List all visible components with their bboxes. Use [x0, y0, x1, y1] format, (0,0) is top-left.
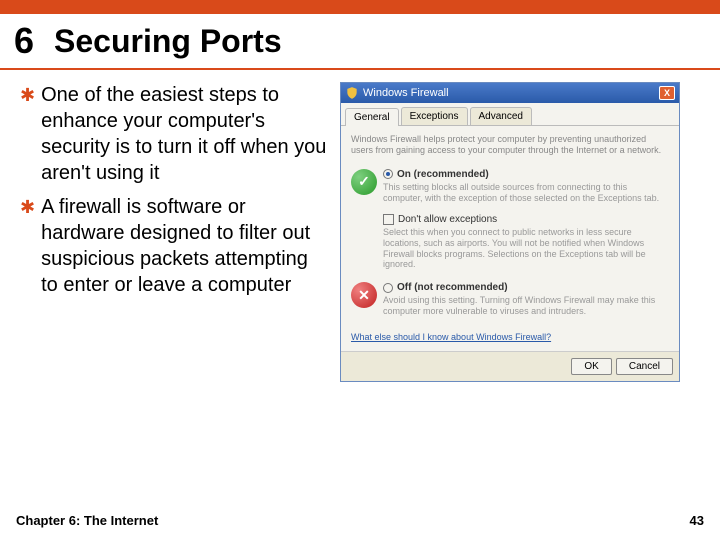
radio-on[interactable] — [383, 169, 393, 179]
radio-off[interactable] — [383, 283, 393, 293]
option-on-desc: This setting blocks all outside sources … — [383, 182, 669, 205]
checkbox-label: Don't allow exceptions — [398, 214, 497, 225]
exceptions-checkbox-row: Don't allow exceptions — [383, 214, 669, 225]
bullet-star-icon: ✱ — [20, 84, 35, 186]
slide-title: Securing Ports — [54, 23, 282, 60]
close-button[interactable]: X — [659, 86, 675, 100]
option-off-label: Off (not recommended) — [397, 282, 508, 293]
option-on: ✓ On (recommended) This setting blocks a… — [351, 165, 669, 209]
tab-advanced[interactable]: Advanced — [470, 107, 532, 125]
bullet-text: A firewall is software or hardware desig… — [41, 194, 330, 298]
option-on-label: On (recommended) — [397, 169, 489, 180]
shield-check-icon: ✓ — [351, 169, 377, 195]
option-off: ✕ Off (not recommended) Avoid using this… — [351, 278, 669, 322]
slide-content: ✱ One of the easiest steps to enhance yo… — [0, 70, 720, 382]
slide-header: 6 Securing Ports — [0, 14, 720, 70]
tab-exceptions[interactable]: Exceptions — [401, 107, 468, 125]
general-panel: Windows Firewall helps protect your comp… — [341, 126, 679, 351]
footer-chapter-label: Chapter 6: The Internet — [16, 513, 158, 528]
bullet-item: ✱ A firewall is software or hardware des… — [20, 194, 330, 298]
dialog-title-text: Windows Firewall — [363, 87, 449, 99]
bullet-text: One of the easiest steps to enhance your… — [41, 82, 330, 186]
bullet-list: ✱ One of the easiest steps to enhance yo… — [0, 82, 340, 382]
firewall-dialog: Windows Firewall X General Exceptions Ad… — [340, 82, 680, 382]
tab-general[interactable]: General — [345, 108, 399, 126]
shield-x-icon: ✕ — [351, 282, 377, 308]
chapter-number: 6 — [0, 13, 48, 69]
slide-number: 43 — [690, 513, 704, 528]
dialog-titlebar: Windows Firewall X — [341, 83, 679, 103]
panel-intro-text: Windows Firewall helps protect your comp… — [351, 134, 669, 157]
option-off-desc: Avoid using this setting. Turning off Wi… — [383, 295, 669, 318]
bullet-item: ✱ One of the easiest steps to enhance yo… — [20, 82, 330, 186]
firewall-screenshot: Windows Firewall X General Exceptions Ad… — [340, 82, 690, 382]
help-link[interactable]: What else should I know about Windows Fi… — [351, 332, 551, 342]
top-accent-bar — [0, 0, 720, 14]
cancel-button[interactable]: Cancel — [616, 358, 673, 375]
tab-strip: General Exceptions Advanced — [341, 103, 679, 126]
slide-footer: Chapter 6: The Internet 43 — [0, 513, 720, 528]
ok-button[interactable]: OK — [571, 358, 611, 375]
dialog-button-row: OK Cancel — [341, 351, 679, 381]
checkbox-desc: Select this when you connect to public n… — [383, 227, 669, 270]
checkbox-dont-allow[interactable] — [383, 214, 394, 225]
bullet-star-icon: ✱ — [20, 196, 35, 298]
shield-icon — [345, 86, 359, 100]
